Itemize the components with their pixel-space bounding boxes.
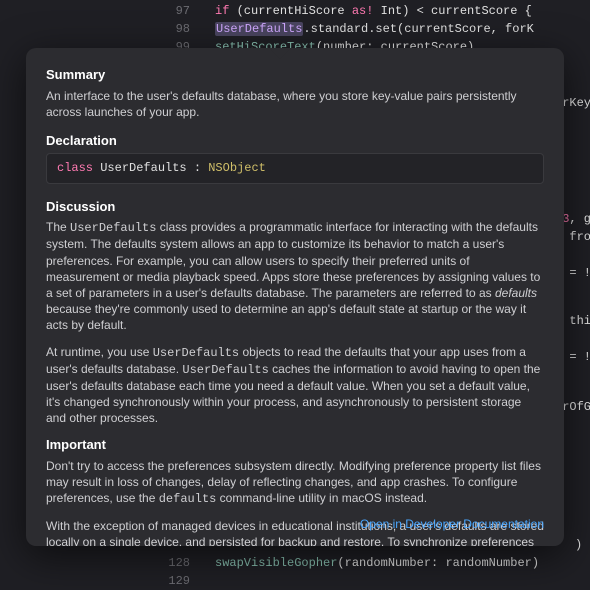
declaration-heading: Declaration	[46, 132, 544, 150]
discussion-paragraph: At runtime, you use UserDefaults objects…	[46, 344, 544, 427]
code-line: if (currentHiScore as! Int) < currentSco…	[215, 2, 532, 20]
discussion-heading: Discussion	[46, 198, 544, 216]
important-heading: Important	[46, 436, 544, 454]
summary-heading: Summary	[46, 66, 544, 84]
open-in-docs-link[interactable]: Open in Developer Documentation	[360, 516, 544, 532]
code-line: swapVisibleGopher(randomNumber: randomNu…	[215, 554, 539, 572]
line-number: 98	[176, 20, 190, 38]
quick-help-popover: Summary An interface to the user's defau…	[26, 48, 564, 546]
summary-text: An interface to the user's defaults data…	[46, 88, 544, 120]
line-number: 128	[168, 554, 190, 572]
important-paragraph: Don't try to access the preferences subs…	[46, 458, 544, 508]
code-fragment: )	[575, 536, 582, 554]
discussion-paragraph: The UserDefaults class provides a progra…	[46, 219, 544, 333]
discussion-body: The UserDefaults class provides a progra…	[46, 219, 544, 426]
popover-arrow	[269, 48, 292, 59]
highlighted-symbol[interactable]: UserDefaults	[215, 22, 303, 36]
line-number: 129	[168, 572, 190, 590]
line-number: 97	[176, 2, 190, 20]
declaration-box: class UserDefaults : NSObject	[46, 153, 544, 183]
code-line: UserDefaults.standard.set(currentScore, …	[215, 20, 534, 38]
important-body: Don't try to access the preferences subs…	[46, 458, 544, 546]
